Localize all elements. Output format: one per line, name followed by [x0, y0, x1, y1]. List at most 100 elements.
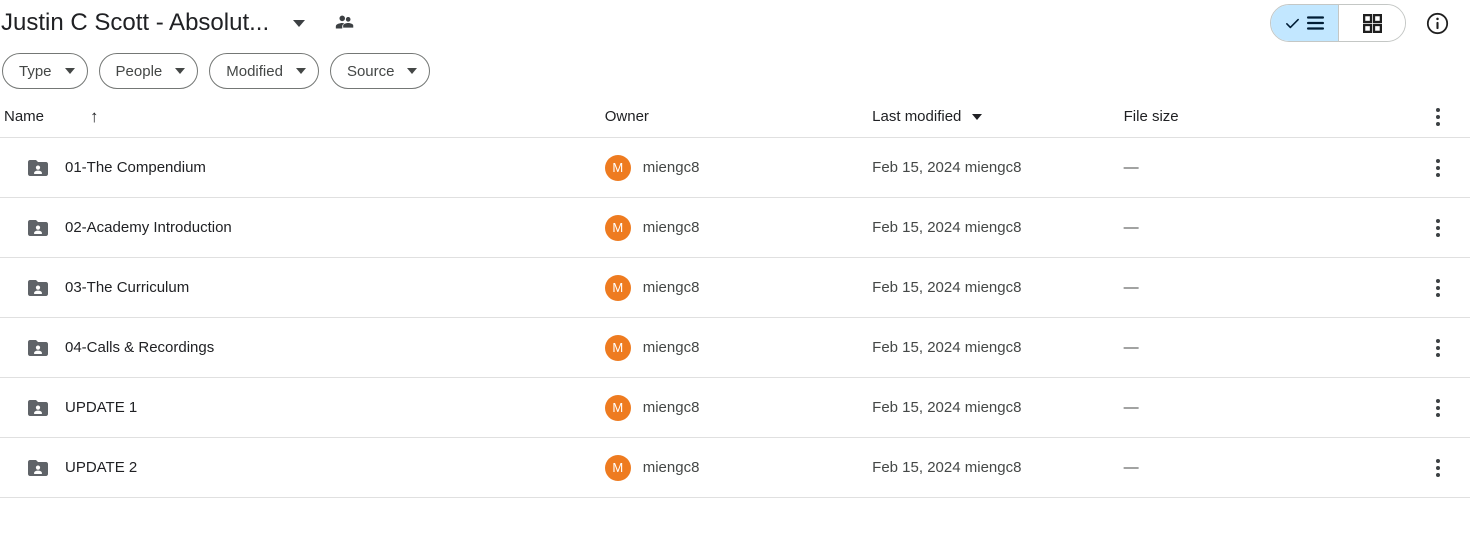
- details-info-button[interactable]: [1418, 4, 1456, 42]
- row-options-cell: [1423, 393, 1470, 423]
- table-body: 01-The Compendium M miengc8 Feb 15, 2024…: [0, 138, 1470, 498]
- row-last-modified: Feb 15, 2024 miengc8: [872, 219, 1022, 236]
- list-view-button[interactable]: [1271, 5, 1338, 41]
- shared-folder-icon: [28, 399, 48, 416]
- row-file-size-cell: —: [1124, 219, 1423, 236]
- avatar: M: [604, 214, 631, 241]
- row-owner-cell: M miengc8: [604, 334, 872, 361]
- more-vertical-icon[interactable]: [1423, 393, 1453, 423]
- column-header-owner[interactable]: Owner: [605, 108, 872, 125]
- table-row[interactable]: UPDATE 1 M miengc8 Feb 15, 2024 miengc8 …: [0, 378, 1470, 438]
- more-vertical-icon[interactable]: [1423, 102, 1453, 132]
- column-options-button[interactable]: [1423, 102, 1470, 132]
- more-vertical-icon[interactable]: [1423, 453, 1453, 483]
- row-name-cell: 01-The Compendium: [0, 156, 605, 180]
- row-owner-cell: M miengc8: [604, 394, 872, 421]
- more-vertical-icon[interactable]: [1423, 213, 1453, 243]
- title-group: Justin C Scott - Absolut...: [0, 5, 363, 41]
- row-file-name: 04-Calls & Recordings: [65, 339, 215, 356]
- row-last-modified-cell: Feb 15, 2024 miengc8: [872, 159, 1123, 176]
- grid-icon: [1362, 13, 1382, 33]
- row-last-modified: Feb 15, 2024 miengc8: [872, 339, 1022, 356]
- row-last-modified: Feb 15, 2024 miengc8: [872, 459, 1022, 476]
- row-file-size-cell: —: [1124, 159, 1423, 176]
- filter-chip-label: Modified: [226, 62, 283, 80]
- row-last-modified: Feb 15, 2024 miengc8: [872, 159, 1022, 176]
- header-actions: [1270, 4, 1456, 42]
- row-owner-cell: M miengc8: [604, 154, 872, 181]
- row-file-size: —: [1123, 219, 1139, 236]
- row-name-cell: UPDATE 1: [0, 396, 605, 420]
- row-options-cell: [1423, 333, 1470, 363]
- filter-chip-modified[interactable]: Modified: [209, 53, 319, 89]
- row-file-name: 03-The Curriculum: [65, 279, 190, 296]
- more-vertical-icon[interactable]: [1423, 333, 1453, 363]
- row-last-modified-cell: Feb 15, 2024 miengc8: [872, 399, 1123, 416]
- chevron-down-icon: [972, 113, 983, 120]
- row-file-name: 01-The Compendium: [65, 159, 206, 176]
- row-name-cell: 03-The Curriculum: [0, 276, 605, 300]
- filter-chip-source[interactable]: Source: [329, 53, 431, 89]
- row-file-name: 02-Academy Introduction: [65, 219, 232, 236]
- table-row[interactable]: UPDATE 2 M miengc8 Feb 15, 2024 miengc8 …: [0, 438, 1470, 498]
- chevron-down-icon: [64, 68, 75, 74]
- row-file-size: —: [1123, 339, 1139, 356]
- table-header-row: Name ↑ Owner Last modified File size: [0, 96, 1470, 138]
- row-owner-cell: M miengc8: [604, 454, 872, 481]
- shared-folder-icon: [28, 339, 48, 356]
- avatar: M: [604, 454, 631, 481]
- column-header-last-modified-label: Last modified: [872, 108, 962, 125]
- row-file-size-cell: —: [1124, 339, 1423, 356]
- row-options-cell: [1423, 153, 1470, 183]
- avatar: M: [604, 274, 631, 301]
- row-owner-name: miengc8: [642, 399, 700, 416]
- filter-chip-label: Type: [19, 62, 52, 80]
- row-file-size: —: [1123, 279, 1139, 296]
- more-vertical-icon[interactable]: [1423, 153, 1453, 183]
- row-owner-cell: M miengc8: [604, 214, 872, 241]
- column-header-file-size-label: File size: [1123, 108, 1179, 125]
- page-header: Justin C Scott - Absolut...: [0, 0, 1470, 46]
- table-row[interactable]: 03-The Curriculum M miengc8 Feb 15, 2024…: [0, 258, 1470, 318]
- avatar: M: [604, 394, 631, 421]
- row-name-cell: 04-Calls & Recordings: [0, 336, 605, 360]
- view-toggle-group: [1270, 4, 1406, 42]
- info-circle-icon: [1426, 12, 1448, 34]
- column-header-name[interactable]: Name ↑: [0, 108, 605, 125]
- filter-chip-label: Source: [346, 62, 395, 80]
- more-vertical-icon[interactable]: [1423, 273, 1453, 303]
- row-owner-name: miengc8: [642, 219, 700, 236]
- shared-folder-icon: [28, 219, 48, 236]
- row-options-cell: [1423, 273, 1470, 303]
- row-last-modified-cell: Feb 15, 2024 miengc8: [872, 339, 1123, 356]
- avatar: M: [604, 154, 631, 181]
- chevron-down-icon: [175, 68, 186, 74]
- row-file-size-cell: —: [1124, 459, 1423, 476]
- filter-chip-label: People: [115, 62, 163, 80]
- row-file-name: UPDATE 2: [65, 459, 138, 476]
- row-file-size: —: [1123, 459, 1139, 476]
- column-header-last-modified[interactable]: Last modified: [872, 108, 1123, 125]
- file-list-table: Name ↑ Owner Last modified File size 01-…: [0, 96, 1470, 498]
- filter-chip-people[interactable]: People: [98, 53, 199, 89]
- filter-chip-type[interactable]: Type: [2, 53, 88, 89]
- title-dropdown-button[interactable]: [281, 5, 317, 41]
- row-last-modified: Feb 15, 2024 miengc8: [872, 399, 1022, 416]
- row-last-modified-cell: Feb 15, 2024 miengc8: [872, 219, 1123, 236]
- grid-view-button[interactable]: [1338, 5, 1405, 41]
- table-row[interactable]: 02-Academy Introduction M miengc8 Feb 15…: [0, 198, 1470, 258]
- column-header-file-size[interactable]: File size: [1124, 108, 1423, 125]
- filter-chip-bar: Type People Modified Source: [0, 46, 1470, 96]
- column-header-owner-label: Owner: [604, 108, 649, 125]
- row-file-size-cell: —: [1124, 279, 1423, 296]
- row-last-modified-cell: Feb 15, 2024 miengc8: [872, 459, 1123, 476]
- row-file-size-cell: —: [1124, 399, 1423, 416]
- shared-folder-icon: [28, 459, 48, 476]
- row-owner-cell: M miengc8: [604, 274, 872, 301]
- row-name-cell: UPDATE 2: [0, 456, 605, 480]
- table-row[interactable]: 04-Calls & Recordings M miengc8 Feb 15, …: [0, 318, 1470, 378]
- row-file-size: —: [1123, 399, 1139, 416]
- table-row[interactable]: 01-The Compendium M miengc8 Feb 15, 2024…: [0, 138, 1470, 198]
- shared-people-button[interactable]: [327, 5, 363, 41]
- row-owner-name: miengc8: [642, 459, 700, 476]
